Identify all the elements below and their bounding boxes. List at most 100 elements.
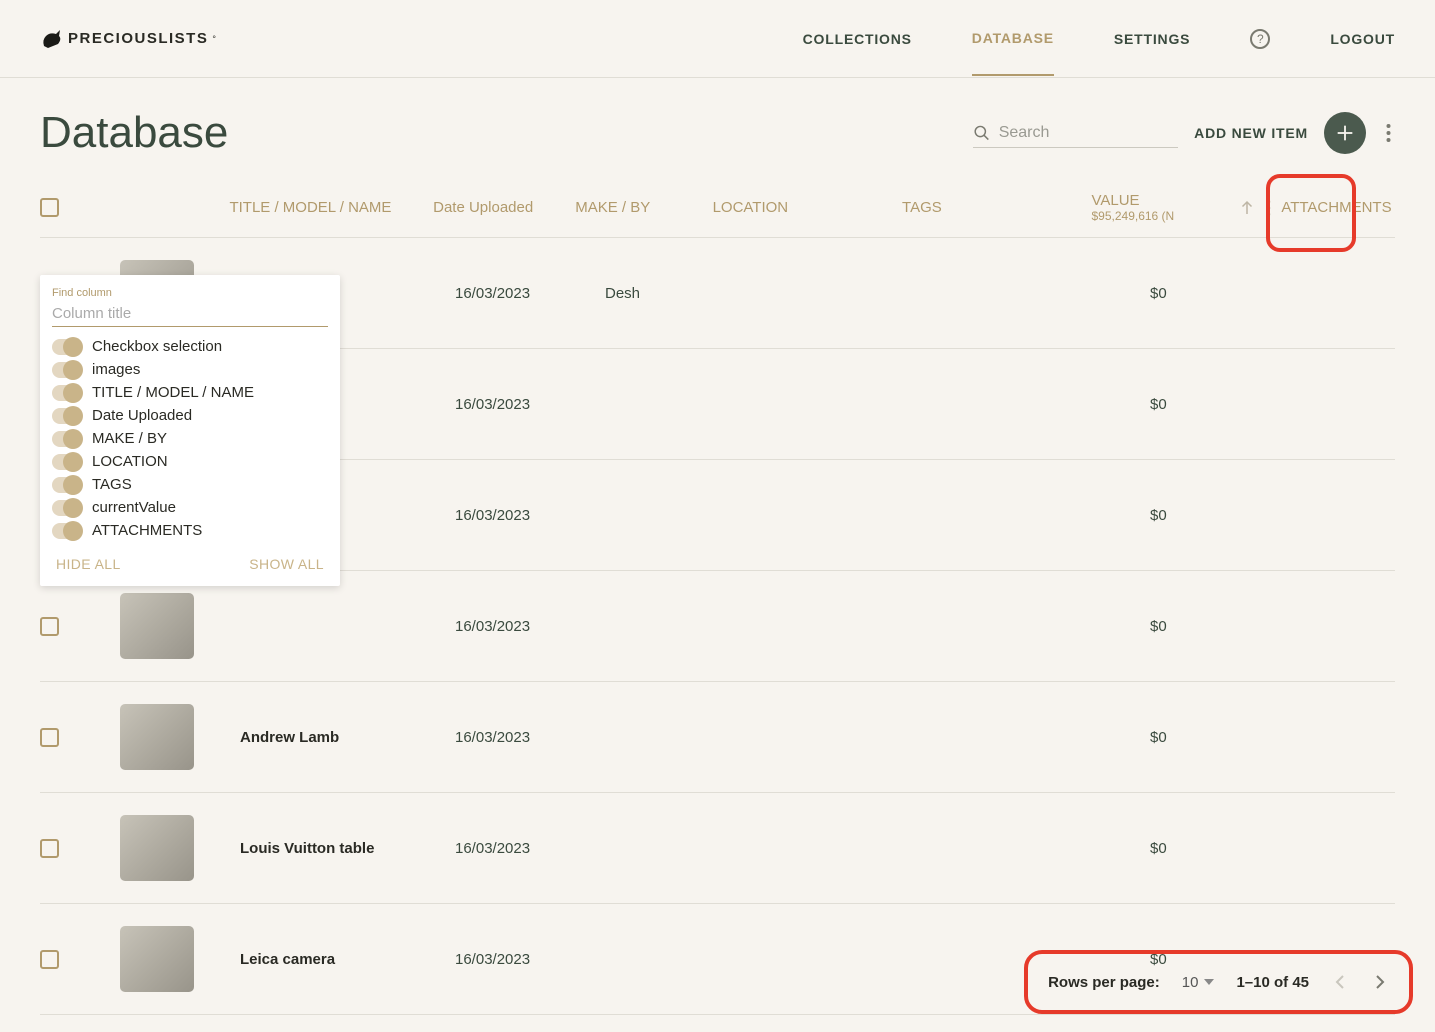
next-page-button[interactable] xyxy=(1371,970,1389,994)
search-input[interactable] xyxy=(999,124,1178,142)
rows-per-page-label: Rows per page: xyxy=(1048,974,1160,991)
column-toggle-label: images xyxy=(92,361,140,378)
column-toggle-item[interactable]: Date Uploaded xyxy=(40,404,340,427)
toggle-switch[interactable] xyxy=(52,454,82,470)
column-toggle-item[interactable]: TITLE / MODEL / NAME xyxy=(40,381,340,404)
row-value: $0 xyxy=(1150,285,1305,302)
table-row[interactable]: 16/03/2023 $0 xyxy=(40,571,1395,682)
row-title: Louis Vuitton table xyxy=(240,840,455,857)
search-field[interactable] xyxy=(973,119,1178,148)
column-toggle-label: ATTACHMENTS xyxy=(92,522,202,539)
prev-page-button[interactable] xyxy=(1331,970,1349,994)
table-row[interactable]: Louis Vuitton table16/03/2023 $0 xyxy=(40,793,1395,904)
row-date: 16/03/2023 xyxy=(455,396,605,413)
nav-collections[interactable]: COLLECTIONS xyxy=(803,3,912,75)
chevron-left-icon xyxy=(1335,974,1345,990)
bird-icon xyxy=(40,26,64,52)
page-title: Database xyxy=(40,108,228,158)
column-toggle-label: Checkbox selection xyxy=(92,338,222,355)
popover-find-label: Find column xyxy=(40,287,340,299)
column-toggle-item[interactable]: Checkbox selection xyxy=(40,335,340,358)
add-item-button[interactable] xyxy=(1324,112,1366,154)
column-toggle-label: Date Uploaded xyxy=(92,407,192,424)
col-header-value[interactable]: VALUE $95,249,616 (N xyxy=(1091,192,1238,223)
item-thumbnail[interactable] xyxy=(120,593,194,659)
row-value: $0 xyxy=(1150,729,1305,746)
chevron-right-icon xyxy=(1375,974,1385,990)
show-all-button[interactable]: SHOW ALL xyxy=(249,556,324,572)
row-value: $0 xyxy=(1150,618,1305,635)
item-thumbnail[interactable] xyxy=(120,926,194,992)
toggle-switch[interactable] xyxy=(52,500,82,516)
toggle-switch[interactable] xyxy=(52,385,82,401)
row-date: 16/03/2023 xyxy=(455,285,605,302)
column-toggle-item[interactable]: images xyxy=(40,358,340,381)
hide-all-button[interactable]: HIDE ALL xyxy=(56,556,121,572)
col-header-make[interactable]: MAKE / BY xyxy=(575,199,712,216)
toggle-switch[interactable] xyxy=(52,477,82,493)
main-nav: COLLECTIONS DATABASE SETTINGS ? LOGOUT xyxy=(803,2,1395,76)
column-toggle-label: LOCATION xyxy=(92,453,168,470)
row-value: $0 xyxy=(1150,396,1305,413)
row-value: $0 xyxy=(1150,840,1305,857)
row-date: 16/03/2023 xyxy=(455,507,605,524)
column-toggle-item[interactable]: TAGS xyxy=(40,473,340,496)
column-toggle-item[interactable]: ATTACHMENTS xyxy=(40,519,340,542)
col-header-tags[interactable]: TAGS xyxy=(902,199,1091,216)
header-actions: ADD NEW ITEM xyxy=(973,112,1395,154)
nav-settings[interactable]: SETTINGS xyxy=(1114,3,1190,75)
add-item-label: ADD NEW ITEM xyxy=(1194,125,1308,141)
search-icon xyxy=(973,123,991,143)
table-row[interactable]: Andrew Lamb16/03/2023$0 xyxy=(40,682,1395,793)
column-toggle-item[interactable]: MAKE / BY xyxy=(40,427,340,450)
more-vertical-icon xyxy=(1386,123,1391,143)
toggle-switch[interactable] xyxy=(52,339,82,355)
table-header: TITLE / MODEL / NAME Date Uploaded MAKE … xyxy=(40,178,1395,238)
column-toggle-item[interactable]: currentValue xyxy=(40,496,340,519)
col-header-title[interactable]: TITLE / MODEL / NAME xyxy=(229,199,433,216)
column-search-input[interactable] xyxy=(52,301,328,327)
toggle-switch[interactable] xyxy=(52,408,82,424)
brand-text: PRECIOUSLISTS xyxy=(68,30,208,47)
more-menu-button[interactable] xyxy=(1382,119,1395,147)
column-visibility-popover: Find column Checkbox selection images TITL… xyxy=(40,275,340,586)
logo[interactable]: PRECIOUSLISTS ° xyxy=(40,26,216,52)
row-date: 16/03/2023 xyxy=(455,618,605,635)
column-toggle-label: MAKE / BY xyxy=(92,430,167,447)
row-title: Leica camera xyxy=(240,951,455,968)
page-range: 1–10 of 45 xyxy=(1236,974,1309,991)
col-header-date[interactable]: Date Uploaded xyxy=(433,199,575,216)
toggle-switch[interactable] xyxy=(52,362,82,378)
toggle-switch[interactable] xyxy=(52,523,82,539)
row-date: 16/03/2023 xyxy=(455,951,605,968)
row-checkbox[interactable] xyxy=(40,728,59,747)
column-menu-icon[interactable] xyxy=(1266,199,1271,217)
column-toggle-label: TITLE / MODEL / NAME xyxy=(92,384,254,401)
column-toggle-label: TAGS xyxy=(92,476,132,493)
row-make: Desh xyxy=(605,285,750,302)
app-header: PRECIOUSLISTS ° COLLECTIONS DATABASE SET… xyxy=(0,0,1435,78)
col-header-attachments[interactable]: ATTACHMENTS xyxy=(1281,199,1395,216)
item-thumbnail[interactable] xyxy=(120,704,194,770)
item-thumbnail[interactable] xyxy=(120,815,194,881)
chevron-down-icon xyxy=(1204,979,1214,985)
col-header-location[interactable]: LOCATION xyxy=(713,199,902,216)
plus-icon xyxy=(1334,122,1356,144)
row-checkbox[interactable] xyxy=(40,617,59,636)
row-checkbox[interactable] xyxy=(40,950,59,969)
nav-logout[interactable]: LOGOUT xyxy=(1330,3,1395,75)
row-checkbox[interactable] xyxy=(40,839,59,858)
nav-database[interactable]: DATABASE xyxy=(972,2,1054,76)
row-date: 16/03/2023 xyxy=(455,840,605,857)
pagination-bar: Rows per page: 10 1–10 of 45 xyxy=(1024,950,1413,1014)
row-value: $0 xyxy=(1150,507,1305,524)
rows-per-page-select[interactable]: 10 xyxy=(1182,974,1215,991)
row-title: Andrew Lamb xyxy=(240,729,455,746)
select-all-checkbox[interactable] xyxy=(40,198,59,217)
page-header: Database ADD NEW ITEM xyxy=(0,78,1435,178)
column-toggle-label: currentValue xyxy=(92,499,176,516)
toggle-switch[interactable] xyxy=(52,431,82,447)
sort-ascending-icon[interactable] xyxy=(1238,199,1256,217)
help-icon[interactable]: ? xyxy=(1250,29,1270,49)
column-toggle-item[interactable]: LOCATION xyxy=(40,450,340,473)
